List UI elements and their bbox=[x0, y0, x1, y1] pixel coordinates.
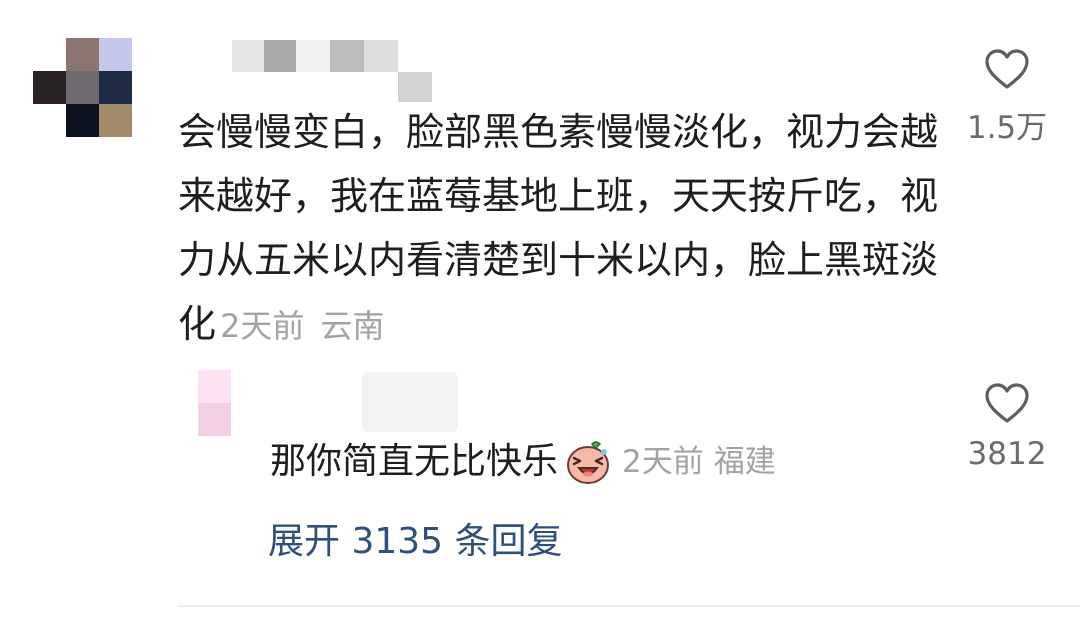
divider bbox=[178, 605, 1080, 607]
comment-location: 云南 bbox=[320, 307, 385, 345]
comment-like-count: 1.5万 bbox=[966, 110, 1048, 146]
expand-replies-link[interactable]: 展开 3135 条回复 bbox=[268, 512, 563, 564]
comment-like-button[interactable]: 1.5万 bbox=[952, 48, 1062, 147]
avatar[interactable] bbox=[33, 38, 132, 137]
laughing-pig-emoji bbox=[564, 438, 612, 486]
comment-time: 2天前 bbox=[220, 307, 305, 345]
heart-outline-icon bbox=[985, 49, 1029, 89]
reply-text: 那你简直无比快乐 bbox=[270, 441, 559, 482]
reply-like-count: 3812 bbox=[967, 436, 1047, 472]
reply-time: 2天前 bbox=[622, 444, 704, 480]
heart-outline-icon bbox=[985, 383, 1029, 423]
reply-body: 那你简直无比快乐 2天前 福建 bbox=[270, 432, 776, 492]
reply-avatar[interactable] bbox=[198, 370, 231, 436]
reply-like-button[interactable]: 3812 bbox=[952, 382, 1062, 472]
comment-body: 会慢慢变白，脸部黑色素慢慢淡化，视力会越来越好，我在蓝莓基地上班，天天按斤吃，视… bbox=[178, 100, 938, 358]
reply-location: 福建 bbox=[713, 444, 776, 480]
